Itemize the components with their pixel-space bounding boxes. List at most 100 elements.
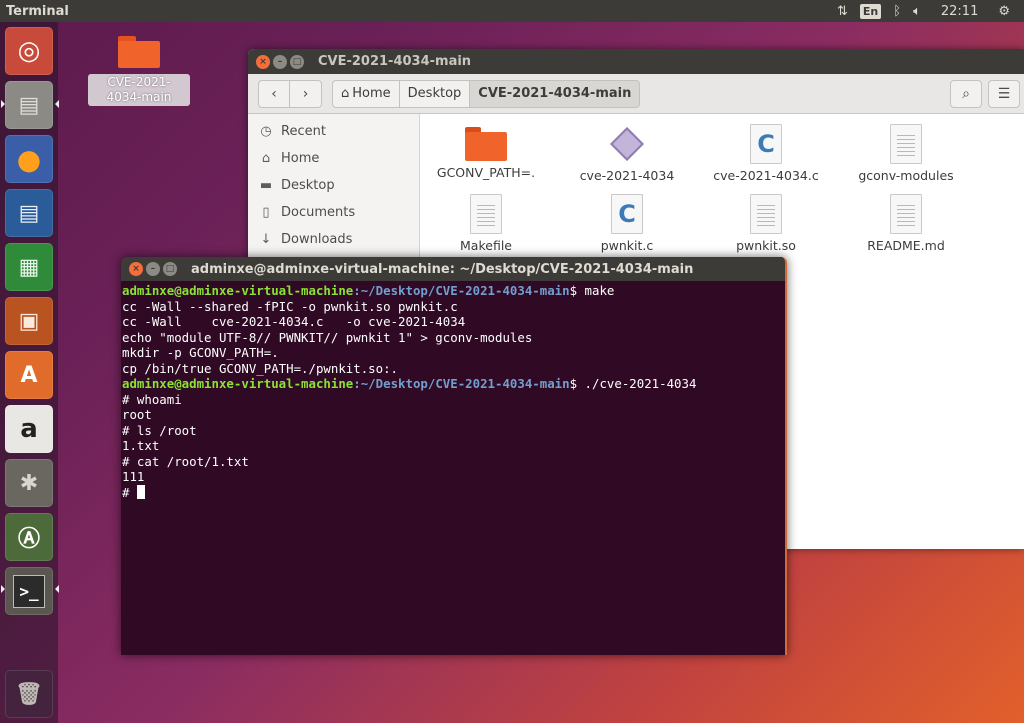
sidebar-item-home[interactable]: ⌂ Home — [248, 145, 419, 172]
network-icon[interactable]: ⇅ — [837, 4, 848, 19]
folder-icon — [465, 127, 507, 161]
terminal-output-line: # cat /root/1.txt — [122, 453, 249, 469]
bluetooth-icon[interactable]: ᛒ — [893, 4, 901, 19]
clock-icon: ◷ — [260, 124, 272, 139]
chevron-left-icon: ‹ — [271, 85, 277, 102]
terminal-prompt-line: adminxe@adminxe-virtual-machine:~/Deskto… — [122, 283, 783, 299]
amazon-launcher[interactable]: a — [5, 405, 53, 453]
file-item[interactable]: README.md — [846, 194, 966, 253]
writer-launcher[interactable]: ▤ — [5, 189, 53, 237]
desktop-folder-label: CVE-2021-4034-main — [88, 74, 190, 106]
software-updater-launcher[interactable]: Ⓐ — [5, 513, 53, 561]
home-icon: ⌂ — [341, 86, 350, 101]
files-icon: ▤ — [18, 92, 40, 118]
c-source-icon: C — [611, 194, 643, 234]
terminal-output-line: cc -Wall --shared -fPIC -o pwnkit.so pwn… — [122, 298, 458, 314]
sidebar-item-downloads[interactable]: ↓ Downloads — [248, 226, 419, 253]
terminal-output-line: cc -Wall cve-2021-4034.c -o cve-2021-403… — [122, 314, 466, 329]
text-file-icon — [890, 124, 922, 164]
terminal-output-line: mkdir -p GCONV_PATH=. — [122, 345, 279, 360]
calc-icon: ▦ — [18, 254, 40, 280]
prompt-user: adminxe@adminxe-virtual-machine — [122, 283, 354, 298]
volume-icon[interactable]: 🔈︎ — [913, 4, 921, 19]
file-item[interactable]: GCONV_PATH=. — [426, 124, 546, 180]
prompt-user: adminxe@adminxe-virtual-machine — [122, 376, 354, 391]
trash-launcher[interactable]: 🗑︎ — [5, 670, 53, 718]
home-icon: ⌂ — [261, 151, 271, 166]
keyboard-layout-indicator[interactable]: En — [859, 3, 882, 19]
minimize-button[interactable]: – — [146, 262, 160, 276]
prompt-path: :~/Desktop/CVE-2021-4034-main — [353, 283, 570, 298]
file-item[interactable]: cve-2021-4034 — [567, 124, 687, 183]
calc-launcher[interactable]: ▦ — [5, 243, 53, 291]
text-file-icon — [890, 194, 922, 234]
file-item[interactable]: C pwnkit.c — [567, 194, 687, 253]
writer-icon: ▤ — [18, 200, 40, 226]
text-file-icon — [750, 194, 782, 234]
file-item[interactable]: pwnkit.so — [706, 194, 826, 253]
download-icon: ↓ — [260, 232, 272, 247]
breadcrumb-desktop[interactable]: Desktop — [399, 79, 471, 108]
ubuntu-dash-button[interactable]: ◎ — [5, 27, 53, 75]
terminal-output-line: # whoami — [122, 391, 182, 407]
executable-icon — [610, 124, 644, 164]
breadcrumb-current[interactable]: CVE-2021-4034-main — [470, 79, 641, 108]
settings-wrench-icon: ✱ — [19, 470, 39, 496]
folder-icon — [118, 36, 160, 68]
folder-icon: ▬ — [259, 178, 273, 193]
active-app-title[interactable]: Terminal — [0, 4, 69, 19]
prompt-path: :~/Desktop/CVE-2021-4034-main — [353, 376, 570, 391]
terminal-active-line[interactable]: # — [122, 484, 783, 501]
launcher: ◎ ▤ ● ▤ ▦ ▣ A a ✱ Ⓐ >_ 🗑︎ — [0, 22, 59, 723]
files-launcher[interactable]: ▤ — [5, 81, 53, 129]
terminal-output-line: 111 — [122, 469, 145, 484]
root-prompt: # — [122, 484, 137, 500]
prompt-command: $ ./cve-2021-4034 — [569, 376, 697, 391]
firefox-icon: ● — [16, 142, 42, 176]
search-button[interactable]: ⌕ — [950, 79, 982, 108]
file-item[interactable]: Makefile — [426, 194, 546, 253]
chevron-right-icon: › — [302, 85, 309, 102]
prompt-command: $ make — [569, 283, 615, 298]
maximize-button[interactable]: □ — [290, 54, 304, 69]
maximize-button[interactable]: □ — [163, 262, 177, 276]
software-center-launcher[interactable]: A — [5, 351, 53, 399]
view-list-button[interactable]: ☰ — [988, 79, 1020, 108]
power-gear-icon[interactable]: ⚙ — [998, 4, 1010, 19]
file-manager-titlebar[interactable]: × – □ CVE-2021-4034-main — [248, 49, 1024, 74]
desktop-folder[interactable]: CVE-2021-4034-main — [88, 36, 190, 106]
text-cursor — [136, 484, 145, 499]
impress-icon: ▣ — [18, 308, 40, 334]
clock[interactable]: 22:11 — [941, 4, 978, 19]
terminal-titlebar[interactable]: × – □ adminxe@adminxe-virtual-machine: ~… — [121, 257, 785, 281]
window-title: CVE-2021-4034-main — [318, 54, 472, 69]
terminal-window: × – □ adminxe@adminxe-virtual-machine: ~… — [121, 257, 787, 655]
breadcrumb-home[interactable]: ⌂ Home — [332, 79, 400, 108]
sidebar-item-desktop[interactable]: ▬ Desktop — [248, 172, 419, 199]
terminal-output-line: cp /bin/true GCONV_PATH=./pwnkit.so:. — [122, 360, 399, 376]
sidebar-item-documents[interactable]: ▯ Documents — [248, 199, 419, 226]
document-icon: ▯ — [262, 205, 270, 220]
terminal-output-line: root — [122, 407, 152, 422]
terminal-launcher[interactable]: >_ — [5, 567, 53, 615]
forward-button[interactable]: › — [290, 79, 322, 108]
system-settings-launcher[interactable]: ✱ — [5, 459, 53, 507]
terminal-output-line: 1.txt — [122, 438, 160, 453]
shopping-bag-icon: A — [20, 362, 38, 388]
sidebar-item-recent[interactable]: ◷ Recent — [248, 118, 419, 145]
back-button[interactable]: ‹ — [258, 79, 290, 108]
file-item[interactable]: gconv-modules — [846, 124, 966, 183]
close-button[interactable]: × — [129, 262, 143, 276]
c-source-icon: C — [750, 124, 782, 164]
file-item[interactable]: C cve-2021-4034.c — [706, 124, 826, 183]
minimize-button[interactable]: – — [273, 54, 287, 69]
list-view-icon: ☰ — [997, 85, 1011, 102]
terminal-title: adminxe@adminxe-virtual-machine: ~/Deskt… — [191, 261, 694, 277]
search-icon: ⌕ — [962, 85, 970, 102]
close-button[interactable]: × — [256, 54, 270, 69]
impress-launcher[interactable]: ▣ — [5, 297, 53, 345]
terminal-output[interactable]: adminxe@adminxe-virtual-machine:~/Deskto… — [121, 281, 785, 500]
top-panel: Terminal ⇅ En ᛒ 🔈︎ 22:11 ⚙ — [0, 0, 1024, 22]
text-file-icon — [470, 194, 502, 234]
firefox-launcher[interactable]: ● — [5, 135, 53, 183]
